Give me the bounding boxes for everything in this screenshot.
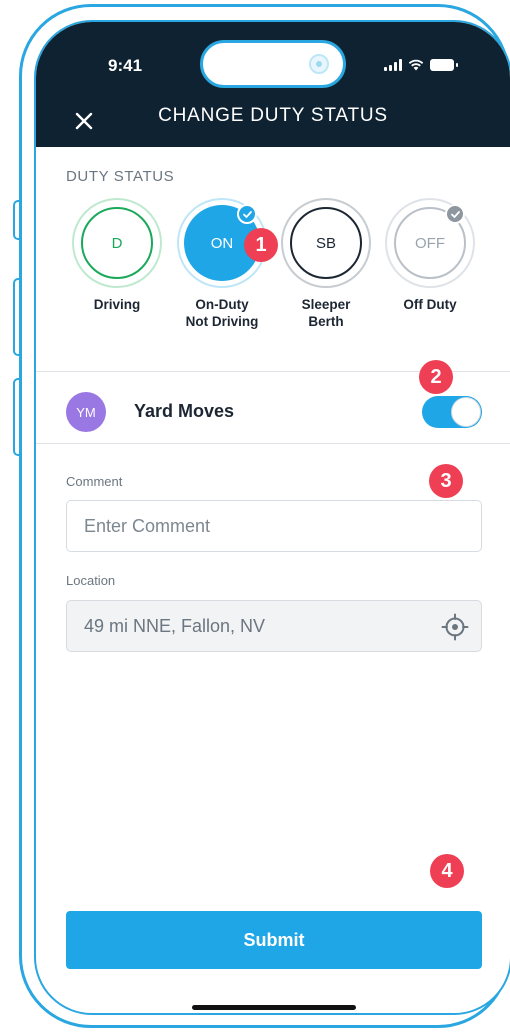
camera-icon bbox=[309, 54, 329, 74]
toggle-knob bbox=[451, 397, 481, 427]
phone-screen: 9:41 CHANGE DUTY STATUS DUTY STATUS D Dr… bbox=[34, 20, 510, 1015]
dynamic-island bbox=[200, 40, 346, 88]
app-header: 9:41 CHANGE DUTY STATUS bbox=[36, 22, 510, 147]
divider bbox=[36, 443, 510, 444]
status-code: D bbox=[81, 207, 153, 279]
comment-input[interactable] bbox=[66, 500, 482, 552]
page-title: CHANGE DUTY STATUS bbox=[158, 105, 388, 126]
status-option-off-duty[interactable]: OFF Off Duty bbox=[383, 198, 477, 313]
duty-status-label: DUTY STATUS bbox=[66, 168, 175, 185]
comment-label: Comment bbox=[66, 474, 123, 489]
status-option-on-duty[interactable]: ON On-Duty Not Driving bbox=[175, 198, 269, 330]
status-icons bbox=[384, 59, 458, 71]
callout-badge-2: 2 bbox=[419, 360, 453, 394]
callout-badge-3: 3 bbox=[429, 464, 463, 498]
status-label: Sleeper Berth bbox=[301, 297, 351, 329]
battery-icon bbox=[430, 59, 458, 71]
callout-badge-1: 1 bbox=[244, 228, 278, 262]
callout-badge-4: 4 bbox=[430, 854, 464, 888]
status-ring: SB bbox=[281, 198, 371, 288]
status-time: 9:41 bbox=[108, 56, 143, 75]
yard-moves-toggle[interactable] bbox=[422, 396, 482, 428]
status-option-driving[interactable]: D Driving bbox=[70, 198, 164, 313]
location-label: Location bbox=[66, 573, 116, 588]
signal-icon bbox=[384, 59, 402, 71]
wifi-icon bbox=[408, 59, 424, 71]
check-icon bbox=[445, 204, 465, 224]
crosshair-icon[interactable] bbox=[441, 613, 469, 641]
status-label: On-Duty Not Driving bbox=[185, 297, 259, 329]
status-label: Driving bbox=[93, 297, 141, 312]
location-value: 49 mi NNE, Fallon, NV bbox=[84, 616, 266, 636]
submit-button[interactable]: Submit bbox=[66, 911, 482, 969]
home-indicator[interactable] bbox=[192, 1005, 356, 1010]
status-ring: D bbox=[72, 198, 162, 288]
location-field[interactable]: 49 mi NNE, Fallon, NV bbox=[66, 600, 482, 652]
yard-moves-label: Yard Moves bbox=[134, 401, 235, 421]
status-label: Off Duty bbox=[403, 297, 457, 312]
status-option-sleeper-berth[interactable]: SB Sleeper Berth bbox=[279, 198, 373, 330]
check-icon bbox=[237, 204, 257, 224]
status-ring: OFF bbox=[385, 198, 475, 288]
status-code: SB bbox=[290, 207, 362, 279]
avatar: YM bbox=[66, 392, 106, 432]
